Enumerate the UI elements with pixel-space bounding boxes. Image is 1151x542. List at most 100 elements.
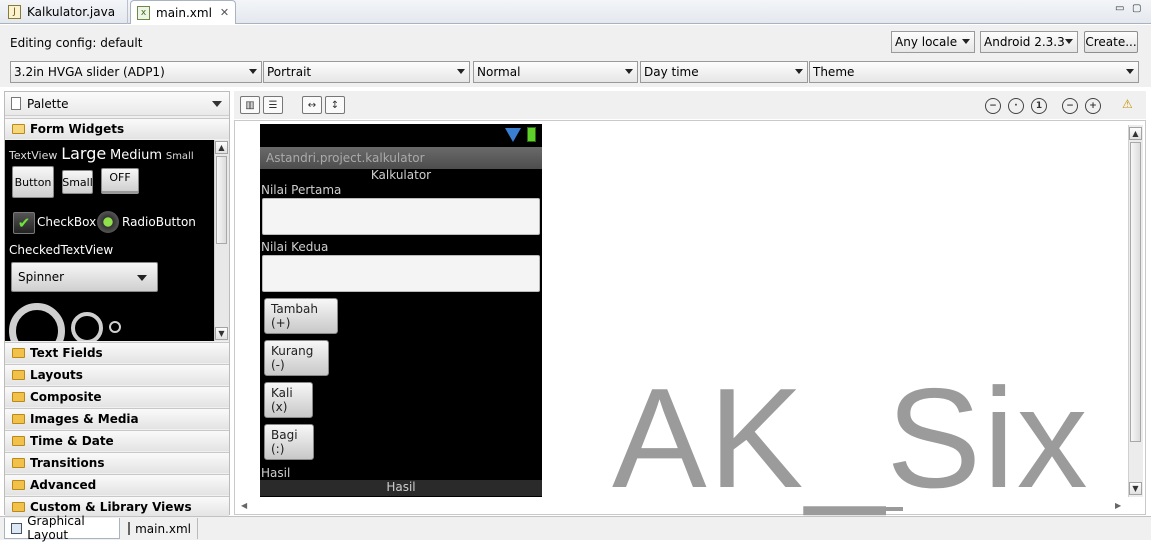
category-time-date[interactable]: Time & Date (5, 430, 229, 451)
palette-header[interactable]: Palette (5, 92, 229, 116)
widget-medium-text[interactable]: Medium (110, 148, 162, 163)
scroll-down-icon[interactable]: ▼ (1129, 482, 1142, 495)
editing-config-value: default (100, 36, 143, 50)
tab-main-xml-source[interactable]: main.xml (122, 518, 198, 539)
kurang-button[interactable]: Kurang (-) (264, 340, 329, 376)
folder-icon (12, 436, 25, 446)
zoom-fit-icon[interactable]: − (985, 98, 1001, 114)
layout-horizontal-icon[interactable]: ▥ (240, 96, 260, 114)
battery-icon (527, 127, 536, 142)
progress-large-icon[interactable] (9, 303, 65, 341)
category-label: Custom & Library Views (30, 500, 192, 514)
input-nilai-kedua[interactable] (262, 255, 540, 292)
widget-radiobutton-label[interactable]: RadioButton (122, 215, 196, 229)
night-mode-select[interactable]: Day time (640, 61, 808, 83)
layout-editor-icon (11, 522, 23, 534)
category-images-media[interactable]: Images & Media (5, 408, 229, 429)
locale-select[interactable]: Any locale (891, 31, 975, 53)
label-nilai-kedua: Nilai Kedua (261, 240, 329, 254)
label-hasil: Hasil (261, 466, 291, 480)
category-composite[interactable]: Composite (5, 386, 229, 407)
fill-height-icon[interactable]: ↕ (325, 96, 345, 114)
dock-mode-value: Normal (477, 65, 521, 79)
widget-button[interactable]: Button (12, 166, 54, 198)
zoom-100-icon[interactable]: 1 (1031, 98, 1047, 114)
tambah-button[interactable]: Tambah (+) (264, 298, 338, 334)
tab-label: Kalkulator.java (27, 5, 116, 19)
night-mode-value: Day time (644, 65, 699, 79)
tab-graphical-layout[interactable]: Graphical Layout (4, 514, 120, 542)
device-preview[interactable]: Astandri.project.kalkulator Kalkulator N… (260, 124, 542, 497)
category-label: Form Widgets (30, 122, 125, 136)
widget-toggle-button[interactable]: OFF (101, 168, 139, 194)
scroll-thumb[interactable] (1130, 142, 1141, 442)
input-nilai-pertama[interactable] (262, 198, 540, 235)
warning-icon[interactable]: ⚠ (1122, 97, 1133, 111)
category-label: Advanced (30, 478, 97, 492)
checkbox-icon[interactable]: ✔ (13, 212, 35, 234)
tab-kalkulator-java[interactable]: J Kalkulator.java (2, 0, 128, 24)
chevron-down-icon (962, 39, 970, 44)
widget-textview[interactable]: TextView (9, 149, 57, 162)
kali-button[interactable]: Kali (x) (264, 382, 313, 418)
zoom-in-icon[interactable]: + (1085, 98, 1101, 114)
palette-panel: Palette Form Widgets TextView Large Medi… (4, 91, 230, 517)
category-advanced[interactable]: Advanced (5, 474, 229, 495)
chevron-down-icon (249, 69, 257, 74)
chevron-down-icon (457, 69, 465, 74)
radio-button-icon[interactable] (97, 211, 119, 233)
editor-tab-bar: J Kalkulator.java x main.xml ✕ ▭ ▢ (0, 0, 1151, 24)
canvas-vscrollbar[interactable]: ▲ ▼ (1128, 125, 1143, 497)
progress-medium-icon[interactable] (71, 312, 103, 341)
widget-small-button[interactable]: Small (62, 170, 93, 194)
minimize-icon[interactable]: ▭ (1115, 3, 1127, 15)
fill-width-icon[interactable]: ↔ (302, 96, 322, 114)
progress-small-icon[interactable] (109, 321, 121, 333)
dock-mode-select[interactable]: Normal (473, 61, 638, 83)
bagi-button[interactable]: Bagi (:) (264, 424, 314, 460)
scroll-down-icon[interactable]: ▼ (215, 327, 228, 340)
maximize-icon[interactable]: ▢ (1132, 3, 1144, 15)
folder-icon (12, 414, 25, 424)
scroll-right-icon[interactable]: ▶ (1115, 501, 1121, 510)
layout-vertical-icon[interactable]: ☰ (263, 96, 283, 114)
xml-file-icon: x (137, 5, 150, 20)
widget-large-text[interactable]: Large (61, 144, 106, 163)
xml-file-icon (128, 522, 131, 535)
category-form-widgets[interactable]: Form Widgets (5, 118, 229, 139)
tab-main-xml[interactable]: x main.xml ✕ (130, 0, 236, 24)
scroll-up-icon[interactable]: ▲ (1129, 127, 1142, 140)
category-transitions[interactable]: Transitions (5, 452, 229, 473)
palette-scrollbar[interactable]: ▲ ▼ (214, 140, 229, 341)
editing-config-prefix: Editing config: (10, 36, 97, 50)
scroll-thumb[interactable] (216, 156, 227, 244)
chevron-down-icon (137, 275, 147, 281)
tab-label: Graphical Layout (27, 514, 85, 542)
widget-checkedtextview[interactable]: CheckedTextView (9, 243, 113, 257)
widget-small-text[interactable]: Small (166, 151, 194, 162)
folder-icon (12, 392, 25, 402)
device-value: 3.2in HVGA slider (ADP1) (14, 65, 165, 79)
device-select[interactable]: 3.2in HVGA slider (ADP1) (10, 61, 262, 83)
category-layouts[interactable]: Layouts (5, 364, 229, 385)
spinner-label: Spinner (18, 270, 65, 284)
layout-toolbar: ▥ ☰ ↔ ↕ − · 1 − + ⚠ (234, 91, 1146, 119)
zoom-real-size-icon[interactable]: · (1008, 98, 1024, 114)
widget-spinner[interactable]: Spinner (11, 262, 158, 292)
watermark-text: AK_Six (612, 359, 1090, 518)
category-label: Transitions (30, 456, 105, 470)
category-text-fields[interactable]: Text Fields (5, 342, 229, 363)
scroll-left-icon[interactable]: ◀ (241, 501, 247, 510)
widget-checkbox-label[interactable]: CheckBox (37, 215, 96, 229)
theme-select[interactable]: Theme (809, 61, 1139, 83)
scroll-up-icon[interactable]: ▲ (215, 141, 228, 154)
target-select[interactable]: Android 2.3.3 (980, 31, 1078, 53)
orientation-select[interactable]: Portrait (263, 61, 470, 83)
close-icon[interactable]: ✕ (220, 6, 229, 19)
chevron-down-icon[interactable] (212, 101, 222, 107)
chevron-down-icon (795, 69, 803, 74)
create-button[interactable]: Create... (1084, 31, 1138, 53)
folder-icon (12, 480, 25, 490)
tab-label: main.xml (156, 5, 212, 20)
zoom-out-icon[interactable]: − (1062, 98, 1078, 114)
